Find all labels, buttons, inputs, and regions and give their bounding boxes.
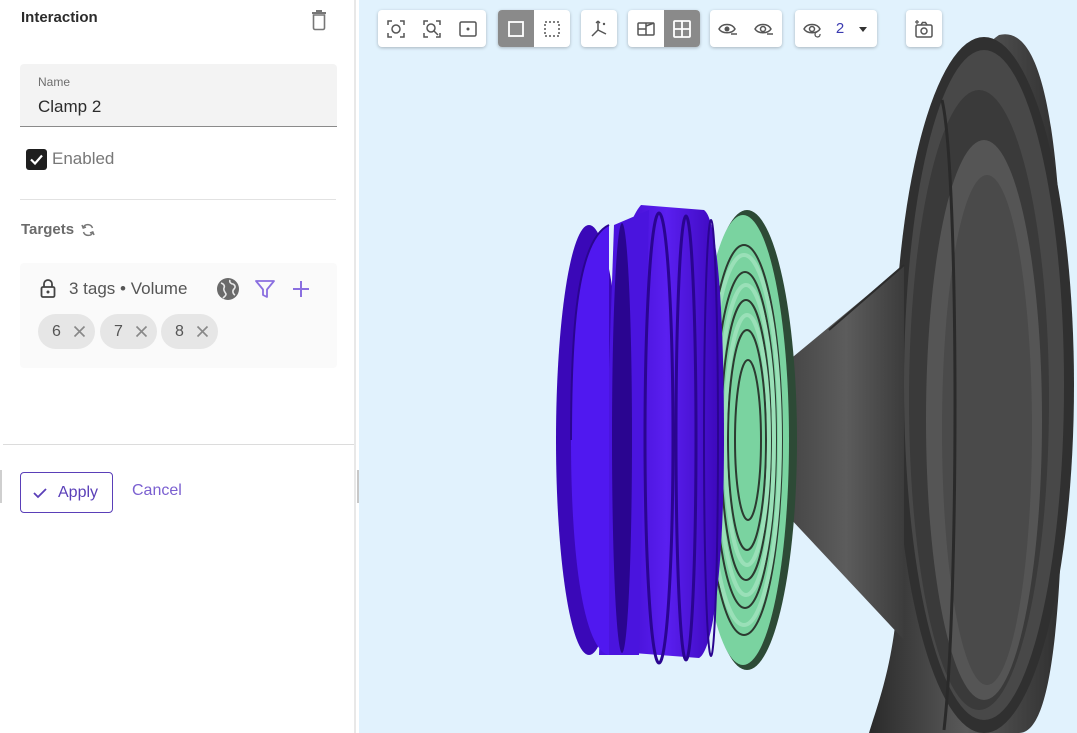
screenshot-group <box>906 10 942 47</box>
target-chip[interactable]: 8 <box>161 314 218 349</box>
axes-triad-icon <box>591 20 607 37</box>
divider <box>20 199 336 200</box>
name-field[interactable]: Name <box>20 64 337 127</box>
target-chip[interactable]: 6 <box>38 314 95 349</box>
zoom-to-region-button[interactable] <box>414 10 450 47</box>
targets-box: 3 tags • Volume 6 7 8 <box>20 263 337 368</box>
axes-group <box>581 10 617 47</box>
target-chip[interactable]: 7 <box>100 314 157 349</box>
chip-label: 7 <box>114 322 123 340</box>
add-target-icon[interactable] <box>290 278 312 300</box>
select-box-icon <box>544 20 560 37</box>
filter-icon[interactable] <box>254 278 276 300</box>
targets-header: Targets <box>21 221 96 238</box>
check-icon <box>30 154 43 165</box>
view-fit-group <box>378 10 486 47</box>
check-icon <box>33 487 47 498</box>
targets-title: Targets <box>21 221 75 238</box>
visibility-dropdown[interactable] <box>849 10 877 47</box>
enabled-checkbox[interactable] <box>26 148 47 170</box>
select-single-button[interactable] <box>498 10 534 47</box>
frame-selection-icon <box>459 20 477 37</box>
screenshot-button[interactable] <box>906 10 942 47</box>
chip-label: 6 <box>52 322 61 340</box>
select-single-icon <box>508 20 524 37</box>
name-input[interactable] <box>38 97 318 117</box>
interaction-panel: Interaction Name Enabled Targets <box>0 0 355 733</box>
lock-icon[interactable] <box>39 278 57 298</box>
apply-label: Apply <box>58 483 99 501</box>
cancel-button[interactable]: Cancel <box>132 482 182 500</box>
show-button[interactable] <box>746 10 782 47</box>
frame-selection-button[interactable] <box>450 10 486 47</box>
apply-button[interactable]: Apply <box>20 472 113 513</box>
volume-part[interactable] <box>556 205 724 665</box>
targets-summary: 3 tags • Volume <box>69 279 188 298</box>
divider <box>3 444 354 445</box>
visibility-toggle-group <box>710 10 782 47</box>
enabled-row[interactable]: Enabled <box>26 147 114 171</box>
caret-down-icon <box>859 26 867 32</box>
show-icon <box>754 23 773 35</box>
panel-title: Interaction <box>21 9 98 26</box>
zoom-to-fit-button[interactable] <box>378 10 414 47</box>
visibility-button[interactable] <box>795 10 831 47</box>
panel-separator <box>354 0 356 733</box>
visibility-icon <box>803 23 821 38</box>
hide-icon <box>718 23 737 35</box>
hide-button[interactable] <box>710 10 746 47</box>
view-layout-group <box>628 10 700 47</box>
trash-icon[interactable] <box>309 9 329 31</box>
selection-mode-group <box>498 10 570 47</box>
visibility-count: 2 <box>835 20 845 37</box>
remove-chip-icon[interactable] <box>196 325 209 338</box>
chip-label: 8 <box>175 322 184 340</box>
select-box-button[interactable] <box>534 10 570 47</box>
remove-chip-icon[interactable] <box>73 325 86 338</box>
section-view-icon <box>637 21 655 36</box>
3d-viewport[interactable]: 2 <box>359 0 1077 733</box>
refresh-icon[interactable] <box>80 222 96 238</box>
name-label: Name <box>38 75 71 89</box>
left-edge-handle <box>0 470 2 503</box>
grid-view-button[interactable] <box>664 10 700 47</box>
zoom-to-fit-icon <box>387 19 405 38</box>
zoom-to-region-icon <box>423 19 441 38</box>
scene-render[interactable] <box>359 0 1077 733</box>
section-view-button[interactable] <box>628 10 664 47</box>
screenshot-icon <box>915 19 933 38</box>
enabled-label: Enabled <box>52 149 115 168</box>
remove-chip-icon[interactable] <box>135 325 148 338</box>
axes-triad-button[interactable] <box>581 10 617 47</box>
visibility-count-group: 2 <box>795 10 877 47</box>
grid-view-icon <box>673 19 691 38</box>
globe-icon[interactable] <box>216 277 240 301</box>
